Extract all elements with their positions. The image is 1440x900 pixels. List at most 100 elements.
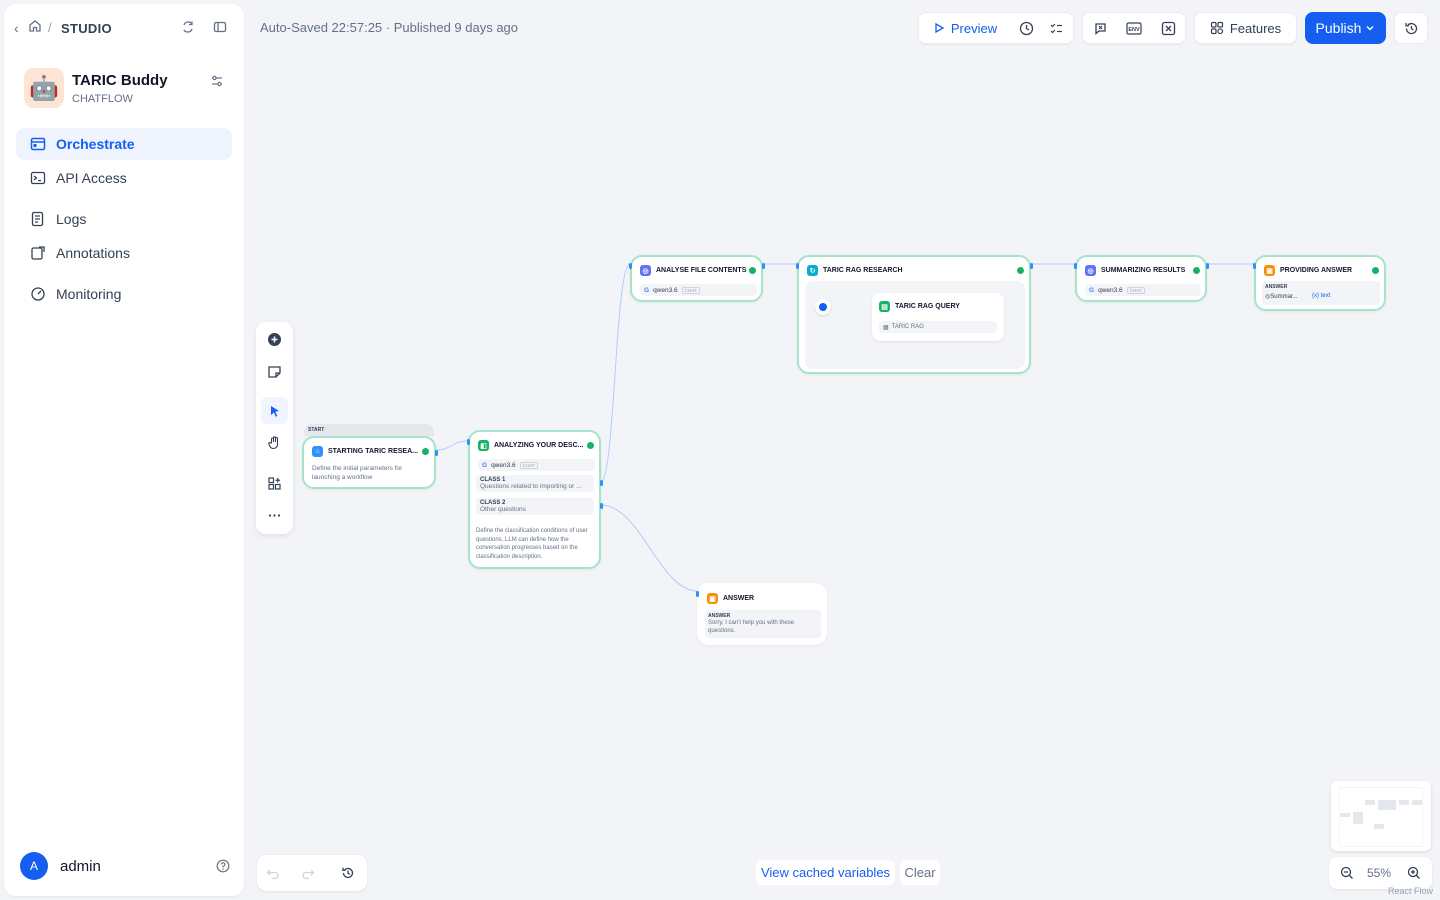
input-handle[interactable] [796, 263, 799, 269]
class-text: Other questions [480, 506, 526, 513]
output-handle[interactable] [1030, 263, 1033, 269]
hand-mode-button[interactable] [261, 429, 288, 456]
more-options-button[interactable] [261, 502, 288, 529]
input-handle[interactable] [696, 591, 699, 597]
providing-title: PROVIDING ANSWER [1280, 267, 1353, 274]
model-provider-icon: G [644, 286, 650, 294]
clear-button[interactable]: Clear [900, 860, 940, 885]
summarizing-node[interactable]: ◎ SUMMARIZING RESULTS G qwen3.6 CHAT [1074, 255, 1209, 302]
add-node-button[interactable] [261, 326, 288, 353]
model-selector[interactable]: G qwen3.6 CHAT [478, 459, 595, 471]
answer-field: ANSWER ◎Summar... {x} text [1262, 281, 1380, 305]
variable-type-label: text [1320, 293, 1331, 299]
minimap-viewport [1339, 787, 1423, 847]
output-handle[interactable] [1206, 263, 1209, 269]
rag-query-title: ▤ TARIC RAG QUERY [879, 301, 960, 312]
knowledge-base-name: TARIC RAG [891, 324, 924, 330]
answer-node[interactable]: ▣ ANSWER ANSWER Sorry, I can't help you … [696, 583, 827, 645]
success-status-icon [422, 448, 429, 455]
answer-text: Sorry, I can't help you with these quest… [708, 620, 795, 634]
llm-icon: ◎ [640, 265, 651, 276]
undo-button[interactable] [264, 864, 282, 882]
success-status-icon [749, 267, 756, 274]
success-status-icon [587, 442, 594, 449]
redo-button[interactable] [299, 864, 317, 882]
user-icon: ⌂ [312, 446, 323, 457]
minimap[interactable] [1331, 781, 1431, 851]
edge-classifier-answer [600, 504, 698, 592]
start-node-title: ⌂ STARTING TARIC RESEA... [312, 446, 418, 457]
minimap-node [1378, 800, 1396, 810]
analyse-node-title: ◎ ANALYSE FILE CONTENTS [640, 265, 746, 276]
class-item: CLASS 2 Other questions [476, 498, 594, 515]
start-tag: START [304, 424, 434, 436]
iteration-icon: ↻ [807, 265, 818, 276]
hand-icon [268, 436, 279, 450]
model-provider-icon: G [482, 461, 488, 469]
success-status-icon [1193, 267, 1200, 274]
variable-ref: ◎Summar... [1265, 293, 1298, 300]
zoom-level[interactable]: 55% [1367, 866, 1391, 880]
zoom-out-button[interactable] [1340, 866, 1354, 883]
minimap-node [1340, 813, 1350, 817]
analyse-file-node[interactable]: ◎ ANALYSE FILE CONTENTS G qwen3.6 CHAT [629, 255, 765, 302]
start-node[interactable]: ⌂ STARTING TARIC RESEA... Define the ini… [302, 436, 438, 489]
success-status-icon [1017, 267, 1024, 274]
summary-title: SUMMARIZING RESULTS [1101, 267, 1186, 274]
output-handle-class1[interactable] [600, 480, 603, 486]
answer-icon: ▣ [707, 593, 718, 604]
rag-node-title: ↻ TARIC RAG RESEARCH [807, 265, 903, 276]
react-flow-attribution[interactable]: React Flow [1388, 886, 1433, 896]
rag-query-label: TARIC RAG QUERY [895, 303, 960, 310]
add-note-button[interactable] [261, 358, 288, 385]
answer-icon: ▣ [1264, 265, 1275, 276]
minimap-node [1412, 800, 1422, 805]
minimap-node [1365, 800, 1375, 805]
model-selector[interactable]: G qwen3.6 CHAT [1085, 284, 1201, 296]
classifier-node-title: ◧ ANALYZING YOUR DESC... [478, 440, 583, 451]
answer-label: ANSWER [1265, 284, 1288, 290]
input-handle[interactable] [1253, 263, 1256, 269]
classifier-icon: ◧ [478, 440, 489, 451]
variable-source: Summar... [1270, 294, 1298, 300]
input-handle[interactable] [467, 439, 470, 445]
zoom-controls: 55% [1329, 857, 1432, 889]
classifier-title: ANALYZING YOUR DESC... [494, 442, 584, 449]
llm-icon: ◎ [1085, 265, 1096, 276]
model-name: qwen3.6 [1098, 286, 1123, 294]
edge-classifier-analyse [600, 263, 631, 482]
knowledge-retrieval-icon: ▤ [879, 301, 890, 312]
view-cached-variables-button[interactable]: View cached variables [756, 860, 895, 885]
model-selector[interactable]: G qwen3.6 CHAT [640, 284, 757, 296]
history-icon [342, 867, 354, 879]
more-icon [268, 514, 281, 517]
class-text: Questions related to importing or ... [480, 483, 582, 490]
answer-node-title: ▣ ANSWER [707, 593, 754, 604]
iteration-canvas: ▤ TARIC RAG QUERY ▦ TARIC RAG [805, 281, 1025, 369]
rag-research-node[interactable]: ↻ TARIC RAG RESEARCH ▤ TARIC RAG QUERY ▦… [796, 255, 1033, 374]
output-handle-class2[interactable] [600, 503, 603, 509]
output-handle[interactable] [435, 450, 438, 456]
class-item: CLASS 1 Questions related to importing o… [476, 475, 594, 492]
answer-field: ANSWER Sorry, I can't help you with thes… [705, 610, 821, 638]
input-handle[interactable] [629, 263, 632, 269]
minimap-node [1353, 812, 1363, 824]
model-mode-chip: CHAT [519, 461, 538, 469]
note-icon [268, 366, 281, 378]
history-controls [257, 855, 367, 891]
rag-query-node[interactable]: ▤ TARIC RAG QUERY ▦ TARIC RAG [872, 293, 1004, 341]
zoom-in-button[interactable] [1407, 866, 1421, 883]
answer-title: ANSWER [723, 595, 755, 602]
pointer-mode-button[interactable] [261, 397, 288, 424]
input-handle[interactable] [1074, 263, 1077, 269]
pointer-icon [270, 405, 279, 417]
output-handle[interactable] [762, 263, 765, 269]
classifier-description: Define the classification conditions of … [476, 528, 588, 560]
question-classifier-node[interactable]: ◧ ANALYZING YOUR DESC... G qwen3.6 CHAT … [467, 430, 603, 569]
minimap-node [1399, 800, 1409, 805]
layout-icon [268, 477, 281, 490]
providing-answer-node[interactable]: ▣ PROVIDING ANSWER ANSWER ◎Summar... {x}… [1253, 255, 1386, 311]
run-history-button[interactable] [339, 864, 357, 882]
organize-button[interactable] [261, 470, 288, 497]
success-status-icon [1372, 267, 1379, 274]
